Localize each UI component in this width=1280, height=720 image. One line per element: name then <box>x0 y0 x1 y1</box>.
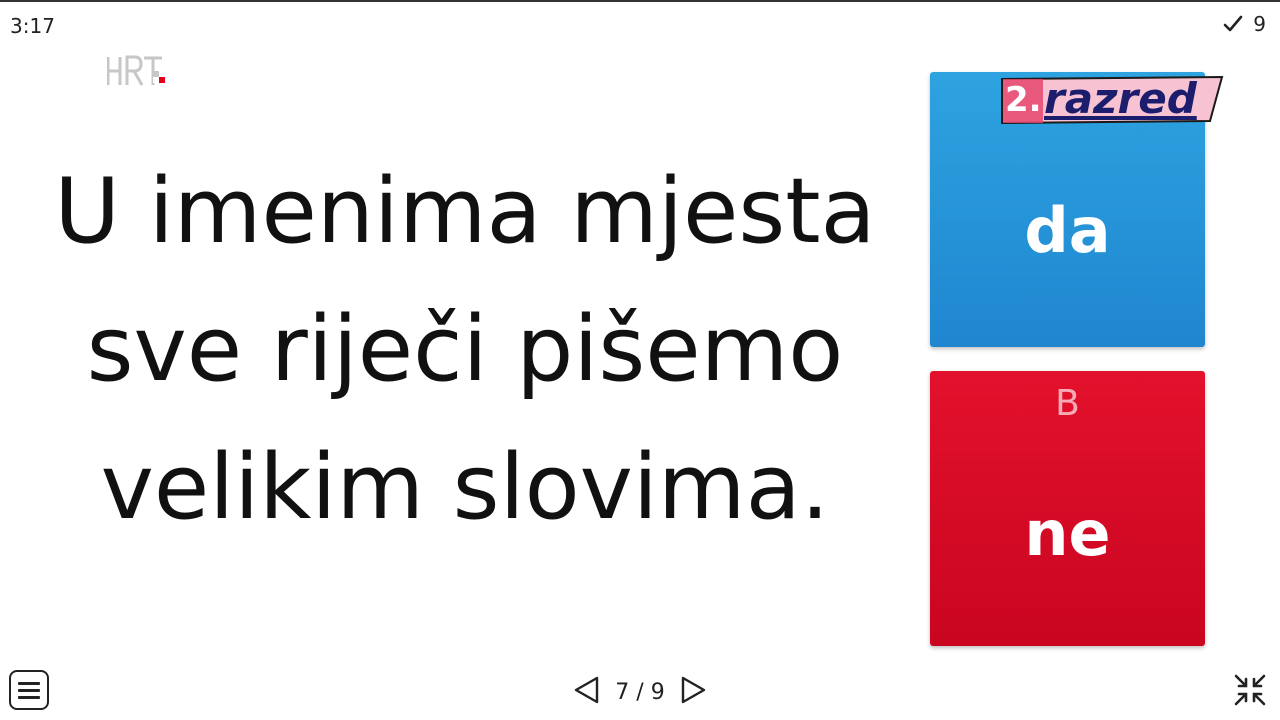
menu-icon-line <box>18 688 40 692</box>
answer-letter: B <box>1055 383 1080 424</box>
page-counter: 7 / 9 <box>615 679 665 705</box>
question-text: U imenima mjesta sve riječi pišemo velik… <box>54 159 876 540</box>
checkmark-icon <box>1223 14 1243 34</box>
top-border <box>0 0 1280 2</box>
grade-number: 2. <box>1005 80 1042 120</box>
answer-label: da <box>1024 194 1111 267</box>
score-display: 9 <box>1223 12 1266 36</box>
score-value: 9 <box>1253 12 1266 36</box>
next-triangle-icon[interactable] <box>677 674 709 710</box>
menu-icon-line <box>18 695 40 699</box>
menu-icon-line <box>18 681 40 685</box>
grade-label: razred <box>1044 74 1197 123</box>
hrt-logo <box>107 55 171 87</box>
grade-badge: 2. razred <box>1000 75 1224 127</box>
exit-fullscreen-icon[interactable] <box>1232 672 1268 708</box>
previous-triangle-icon[interactable] <box>571 674 603 710</box>
pagination: 7 / 9 <box>560 672 720 712</box>
answer-option-b[interactable]: B ne <box>930 371 1205 646</box>
timer: 3:17 <box>10 14 55 38</box>
menu-button[interactable] <box>9 670 49 710</box>
answer-label: ne <box>1024 497 1111 570</box>
